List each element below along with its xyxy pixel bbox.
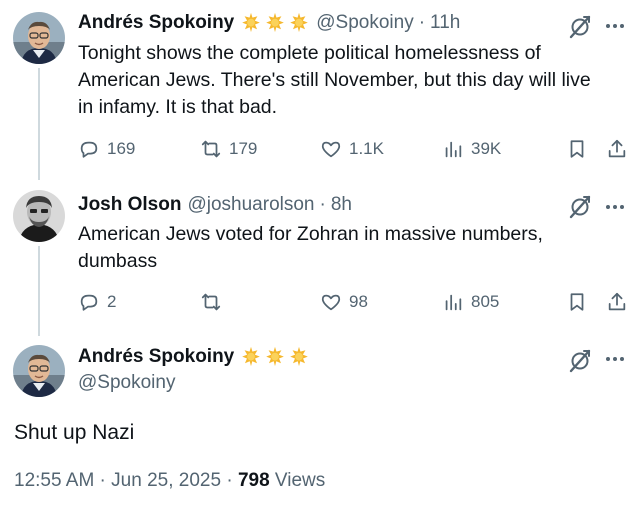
tweet-header: Josh Olson @joshuarolson · 8h [78, 194, 352, 216]
like-button[interactable]: 98 [320, 287, 368, 317]
star-badge-icon [240, 346, 262, 368]
reply-icon [80, 294, 98, 311]
share-button[interactable] [606, 287, 628, 317]
tweet-actions: 2 98 805 [78, 287, 630, 317]
separator-dot: · [226, 470, 233, 491]
author-handle[interactable]: @joshuarolson [187, 194, 314, 216]
tweet-text-line: in infamy. It is that bad. [78, 96, 278, 118]
avatar[interactable] [13, 190, 65, 242]
thread-line [38, 68, 40, 180]
views-button[interactable]: 39K [442, 134, 501, 164]
reply-count: 2 [107, 292, 117, 311]
more-icon[interactable] [606, 355, 628, 363]
thread-line [38, 246, 40, 336]
tweet-text: American Jews voted for Zohran in massiv… [78, 221, 543, 275]
badge-stars [240, 346, 310, 368]
avatar[interactable] [13, 12, 65, 64]
tweet-text-line: dumbass [78, 250, 158, 272]
tweet-text: Tonight shows the complete political hom… [78, 40, 591, 121]
tweet-header: Andrés Spokoiny @Spokoiny · 11h [78, 12, 460, 34]
more-icon[interactable] [606, 22, 628, 30]
share-icon [608, 292, 626, 311]
author-handle-row: @Spokoiny [78, 372, 175, 394]
repost-count: 179 [229, 139, 258, 158]
star-badge-icon [264, 12, 286, 34]
more-icon[interactable] [606, 203, 628, 211]
separator-dot: · [319, 194, 326, 215]
repost-icon [201, 140, 221, 158]
avatar[interactable] [13, 345, 65, 397]
like-count: 1.1K [349, 139, 384, 158]
star-badge-icon [264, 346, 286, 368]
badge-stars [240, 12, 310, 34]
tweet-text-line: Tonight shows the complete political hom… [78, 42, 541, 64]
like-count: 98 [349, 292, 368, 311]
share-icon [608, 139, 626, 158]
author-handle[interactable]: @Spokoiny [316, 12, 413, 34]
reply-button[interactable]: 2 [78, 287, 116, 317]
heart-icon [321, 294, 341, 311]
star-badge-icon [288, 12, 310, 34]
bookmark-button[interactable] [566, 134, 588, 164]
tweet-text-line: American Jews voted for Zohran in massiv… [78, 223, 543, 245]
separator-dot: · [418, 12, 426, 33]
repost-button[interactable] [200, 287, 222, 317]
views-chart-icon [445, 141, 462, 158]
tweet-header: Andrés Spokoiny [78, 346, 316, 368]
share-button[interactable] [606, 134, 628, 164]
repost-icon [201, 293, 221, 311]
views-chart-icon [445, 294, 462, 311]
timestamp[interactable]: 11h [430, 12, 460, 34]
author-handle[interactable]: @Spokoiny [78, 372, 175, 394]
tweet-meta: 12:55 AM · Jun 25, 2025 · 798 Views [14, 470, 325, 492]
reply-count: 169 [107, 139, 136, 158]
main-tweet-text: Shut up Nazi [14, 421, 135, 444]
grok-icon[interactable] [567, 194, 593, 220]
bookmark-button[interactable] [566, 287, 588, 317]
bookmark-icon [570, 140, 584, 158]
like-button[interactable]: 1.1K [320, 134, 384, 164]
grok-icon[interactable] [567, 348, 593, 374]
heart-icon [321, 141, 341, 158]
bookmark-icon [570, 293, 584, 311]
reply-button[interactable]: 169 [78, 134, 135, 164]
views-label: Views [274, 470, 326, 491]
author-name[interactable]: Andrés Spokoiny [78, 346, 234, 368]
tweet-datetime[interactable]: 12:55 AM · Jun 25, 2025 [14, 470, 221, 491]
author-name[interactable]: Josh Olson [78, 194, 181, 216]
star-badge-icon [240, 12, 262, 34]
repost-button[interactable]: 179 [200, 134, 257, 164]
grok-icon[interactable] [567, 14, 593, 40]
tweet-actions: 169 179 1.1K 39K [78, 134, 630, 164]
timestamp[interactable]: 8h [331, 194, 352, 216]
author-name[interactable]: Andrés Spokoiny [78, 12, 234, 34]
views-count: 798 [237, 470, 270, 491]
views-count: 805 [471, 292, 500, 311]
star-badge-icon [288, 346, 310, 368]
views-count: 39K [471, 139, 502, 158]
views-button[interactable]: 805 [442, 287, 499, 317]
reply-icon [80, 141, 98, 158]
tweet-text-line: American Jews. There's still November, b… [78, 69, 591, 91]
